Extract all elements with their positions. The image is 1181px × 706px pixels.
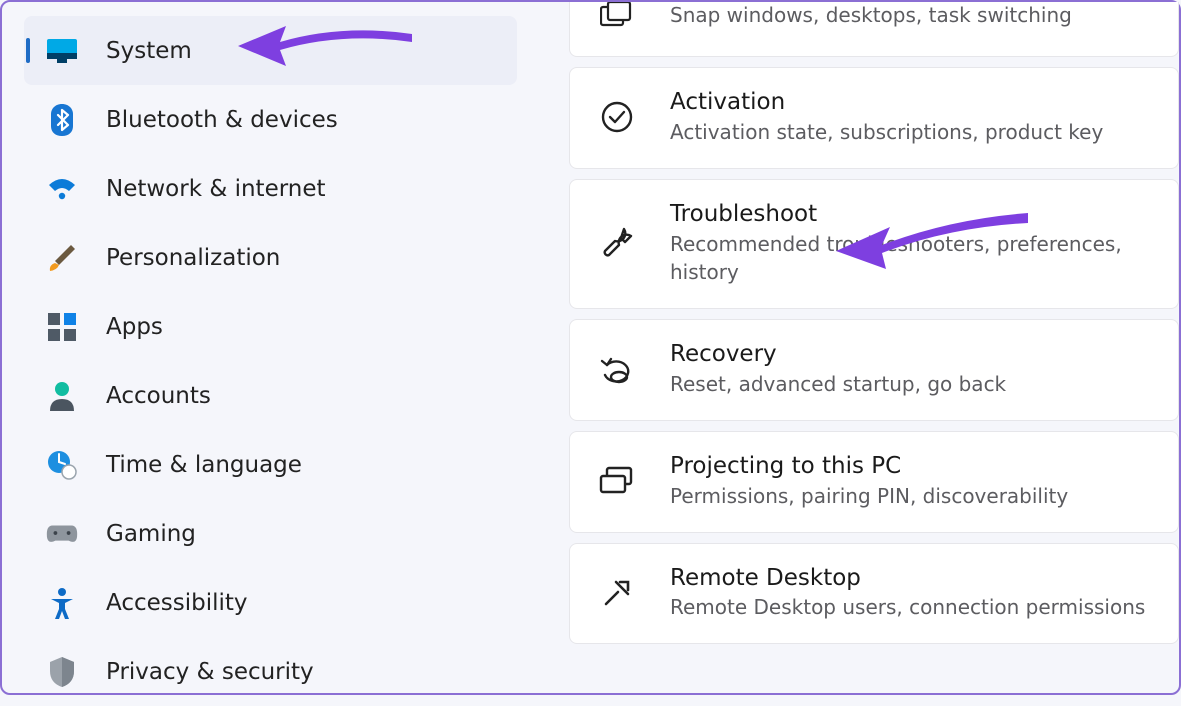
sidebar-item-label: System	[106, 38, 192, 64]
accessibility-icon	[46, 587, 78, 619]
sidebar-item-privacy[interactable]: Privacy & security	[24, 637, 517, 706]
sidebar-item-personalization[interactable]: Personalization	[24, 223, 517, 292]
sidebar-item-label: Accessibility	[106, 590, 248, 616]
sidebar-item-label: Apps	[106, 314, 163, 340]
card-projecting[interactable]: Projecting to this PC Permissions, pairi…	[569, 431, 1179, 533]
card-subtitle: Remote Desktop users, connection permiss…	[670, 593, 1145, 621]
sidebar-item-apps[interactable]: Apps	[24, 292, 517, 361]
wrench-icon	[598, 224, 636, 262]
sidebar-item-bluetooth[interactable]: Bluetooth & devices	[24, 85, 517, 154]
card-title: Projecting to this PC	[670, 452, 1068, 482]
card-title: Activation	[670, 88, 1103, 118]
card-troubleshoot[interactable]: Troubleshoot Recommended troubleshooters…	[569, 179, 1179, 309]
apps-icon	[46, 311, 78, 343]
sidebar-item-label: Bluetooth & devices	[106, 107, 338, 133]
clock-globe-icon	[46, 449, 78, 481]
sidebar-item-label: Accounts	[106, 383, 211, 409]
recovery-icon	[598, 350, 636, 388]
card-multitasking[interactable]: Snap windows, desktops, task switching	[569, 2, 1179, 57]
sidebar-item-system[interactable]: System	[24, 16, 517, 85]
card-title: Remote Desktop	[670, 564, 1145, 594]
card-title: Recovery	[670, 340, 1006, 370]
card-title: Troubleshoot	[670, 200, 1154, 230]
sidebar-item-time-language[interactable]: Time & language	[24, 430, 517, 499]
card-subtitle: Activation state, subscriptions, product…	[670, 118, 1103, 146]
remote-desktop-icon	[598, 574, 636, 612]
card-subtitle: Snap windows, desktops, task switching	[670, 2, 1072, 29]
card-remote-desktop[interactable]: Remote Desktop Remote Desktop users, con…	[569, 543, 1179, 645]
card-activation[interactable]: Activation Activation state, subscriptio…	[569, 67, 1179, 169]
shield-icon	[46, 656, 78, 688]
project-icon	[598, 462, 636, 500]
system-icon	[46, 35, 78, 67]
bluetooth-icon	[46, 104, 78, 136]
sidebar-item-network[interactable]: Network & internet	[24, 154, 517, 223]
wifi-icon	[46, 173, 78, 205]
paintbrush-icon	[46, 242, 78, 274]
card-subtitle: Recommended troubleshooters, preferences…	[670, 230, 1154, 286]
settings-sidebar: System Bluetooth & devices Network & int…	[2, 2, 527, 693]
account-icon	[46, 380, 78, 412]
sidebar-item-label: Time & language	[106, 452, 302, 478]
sidebar-item-label: Personalization	[106, 245, 280, 271]
check-circle-icon	[598, 98, 636, 136]
sidebar-item-label: Network & internet	[106, 176, 326, 202]
sidebar-item-gaming[interactable]: Gaming	[24, 499, 517, 568]
card-subtitle: Reset, advanced startup, go back	[670, 370, 1006, 398]
sidebar-item-accounts[interactable]: Accounts	[24, 361, 517, 430]
settings-main: Snap windows, desktops, task switching A…	[527, 2, 1179, 693]
sidebar-item-label: Privacy & security	[106, 659, 314, 685]
card-subtitle: Permissions, pairing PIN, discoverabilit…	[670, 482, 1068, 510]
sidebar-item-label: Gaming	[106, 521, 196, 547]
multitask-icon	[598, 2, 636, 34]
card-recovery[interactable]: Recovery Reset, advanced startup, go bac…	[569, 319, 1179, 421]
gamepad-icon	[46, 518, 78, 550]
sidebar-item-accessibility[interactable]: Accessibility	[24, 568, 517, 637]
